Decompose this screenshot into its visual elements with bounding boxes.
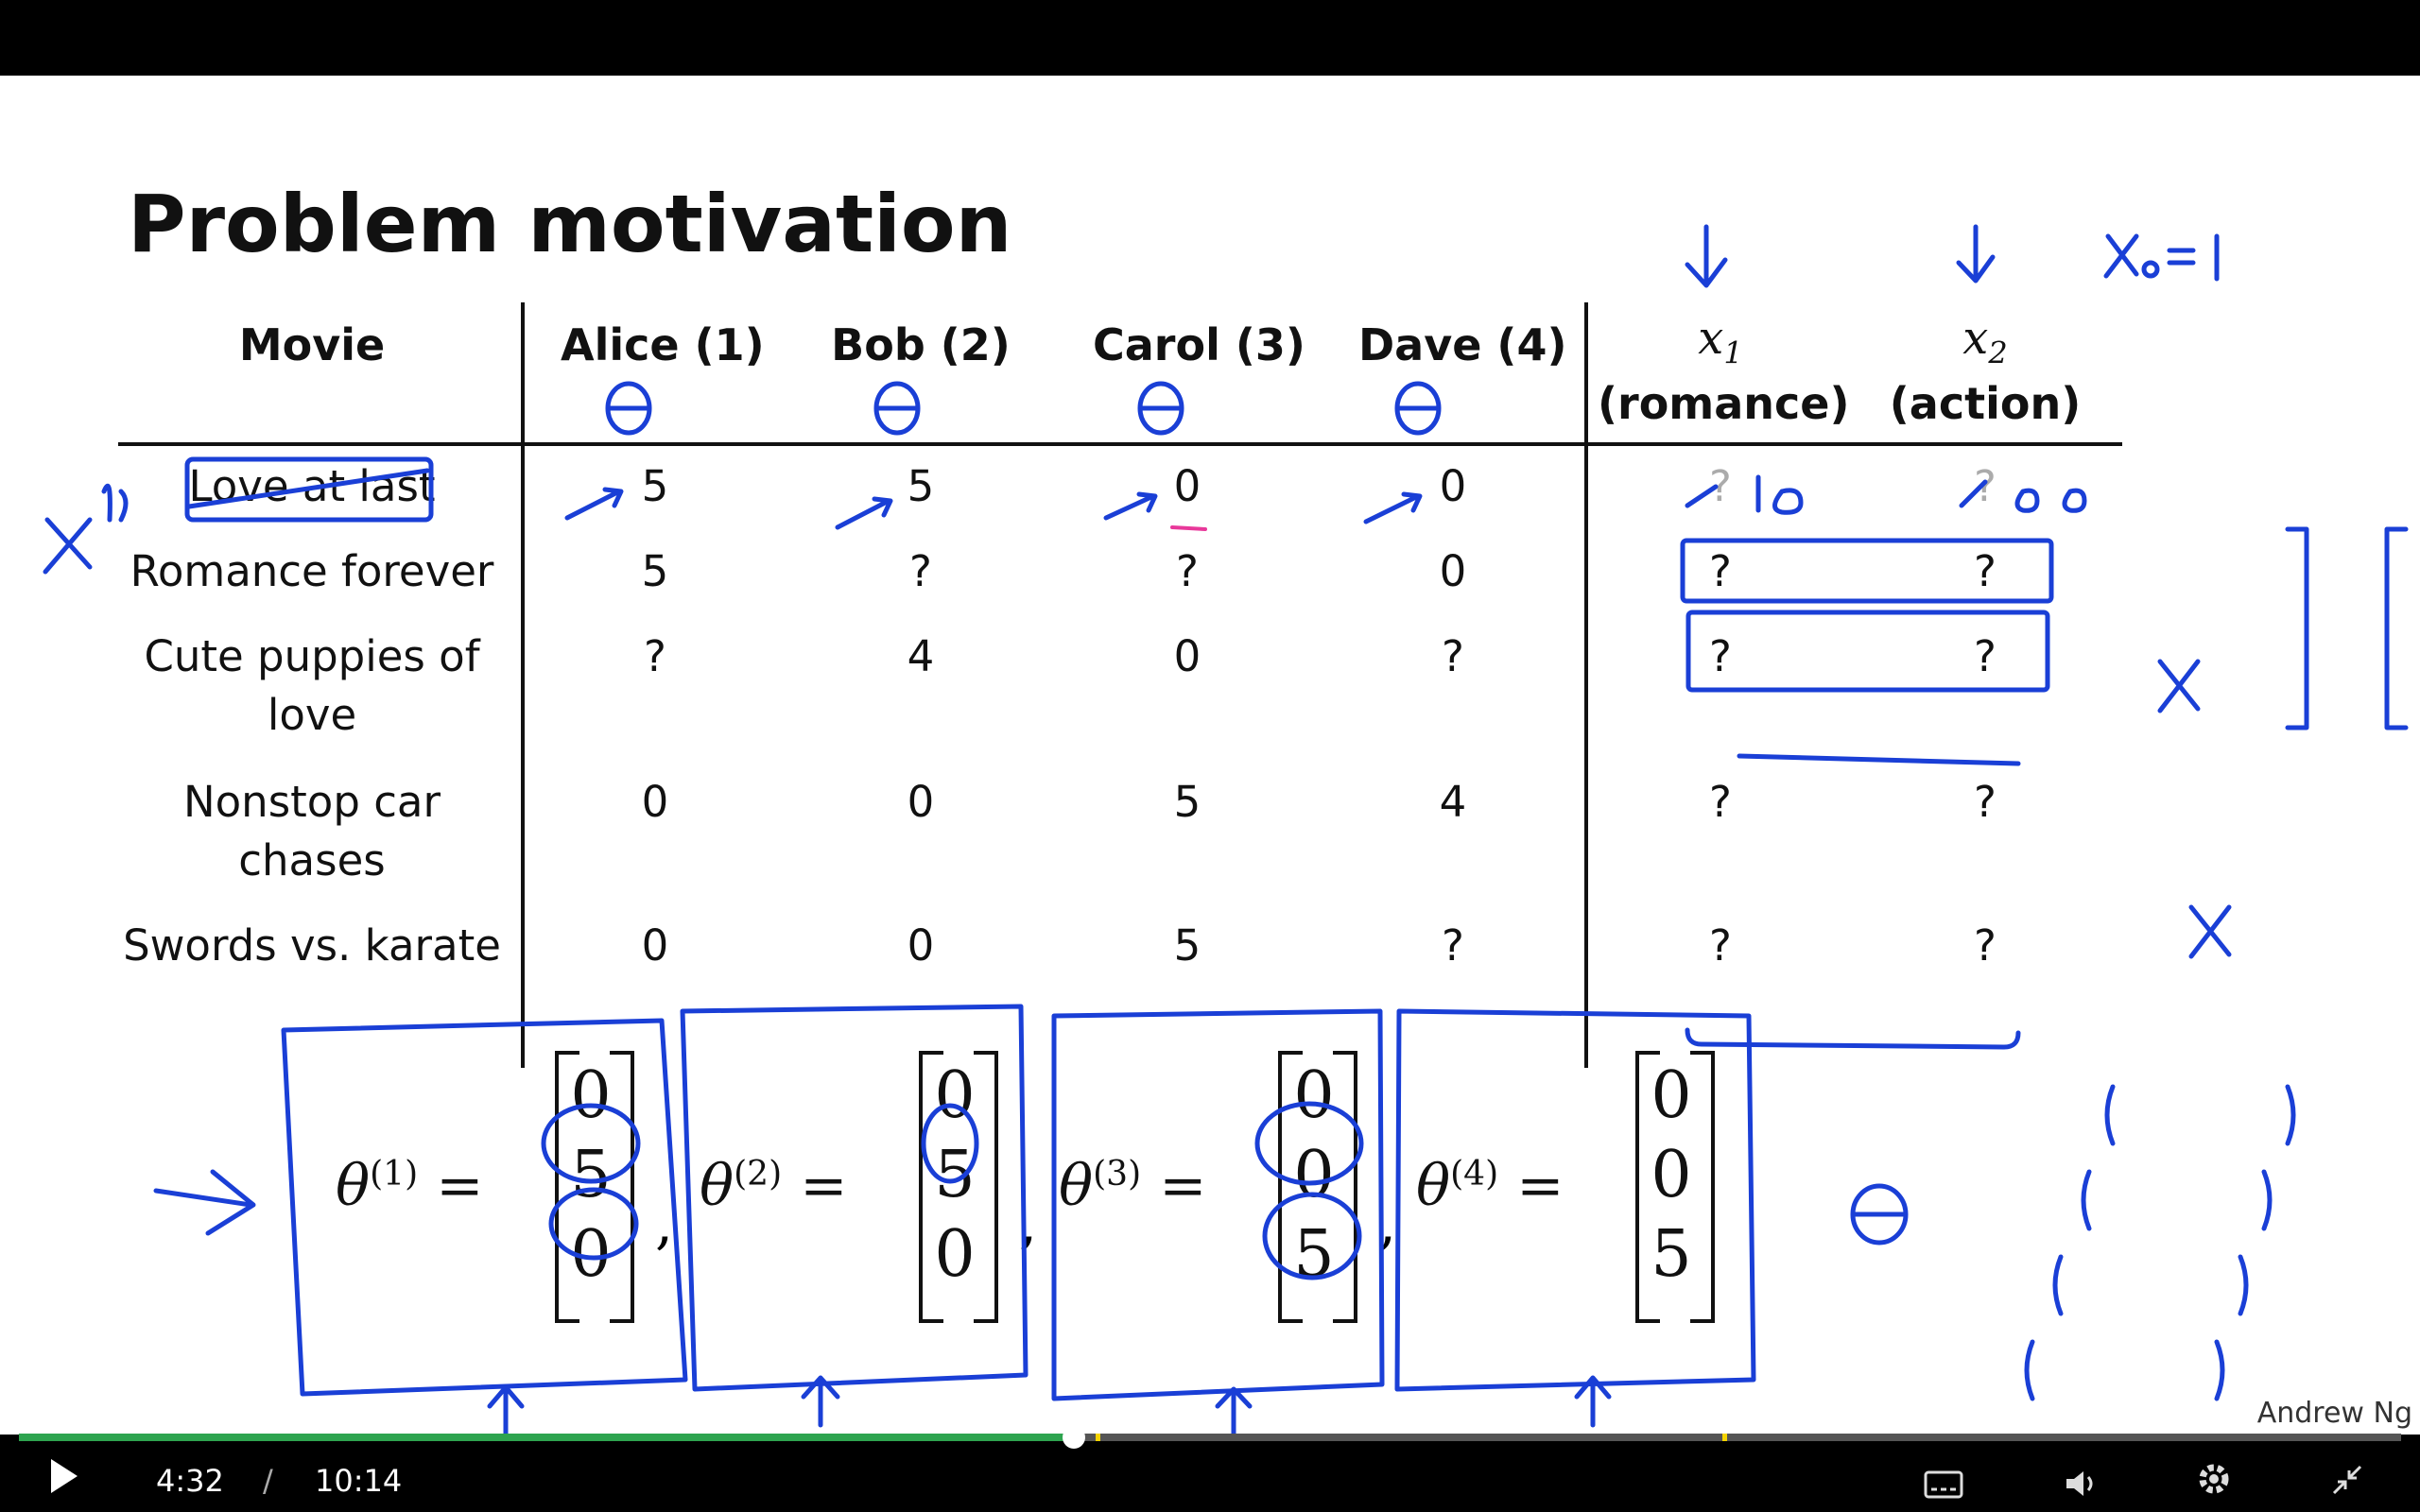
exit-fullscreen-icon[interactable] bbox=[2330, 1463, 2364, 1506]
lecture-slide: Problem motivation Movie Alice (1) Bob (… bbox=[0, 76, 2420, 1435]
progress-fill bbox=[19, 1434, 1075, 1441]
top-bar bbox=[0, 0, 2420, 76]
current-time: 4:32 bbox=[156, 1463, 224, 1499]
captions-icon[interactable] bbox=[1924, 1465, 1963, 1508]
slide-credit: Andrew Ng bbox=[2256, 1397, 2412, 1430]
handwritten-annotations bbox=[43, 224, 2409, 1435]
settings-icon[interactable] bbox=[2195, 1460, 2233, 1507]
duration: 10:14 bbox=[315, 1463, 403, 1499]
time-separator: / bbox=[263, 1463, 273, 1499]
chapter-mark bbox=[1721, 1434, 1727, 1441]
chapter-mark bbox=[1096, 1434, 1101, 1441]
volume-icon[interactable] bbox=[2065, 1465, 2099, 1508]
progress-bar[interactable] bbox=[19, 1426, 2401, 1449]
play-icon[interactable] bbox=[47, 1455, 81, 1506]
